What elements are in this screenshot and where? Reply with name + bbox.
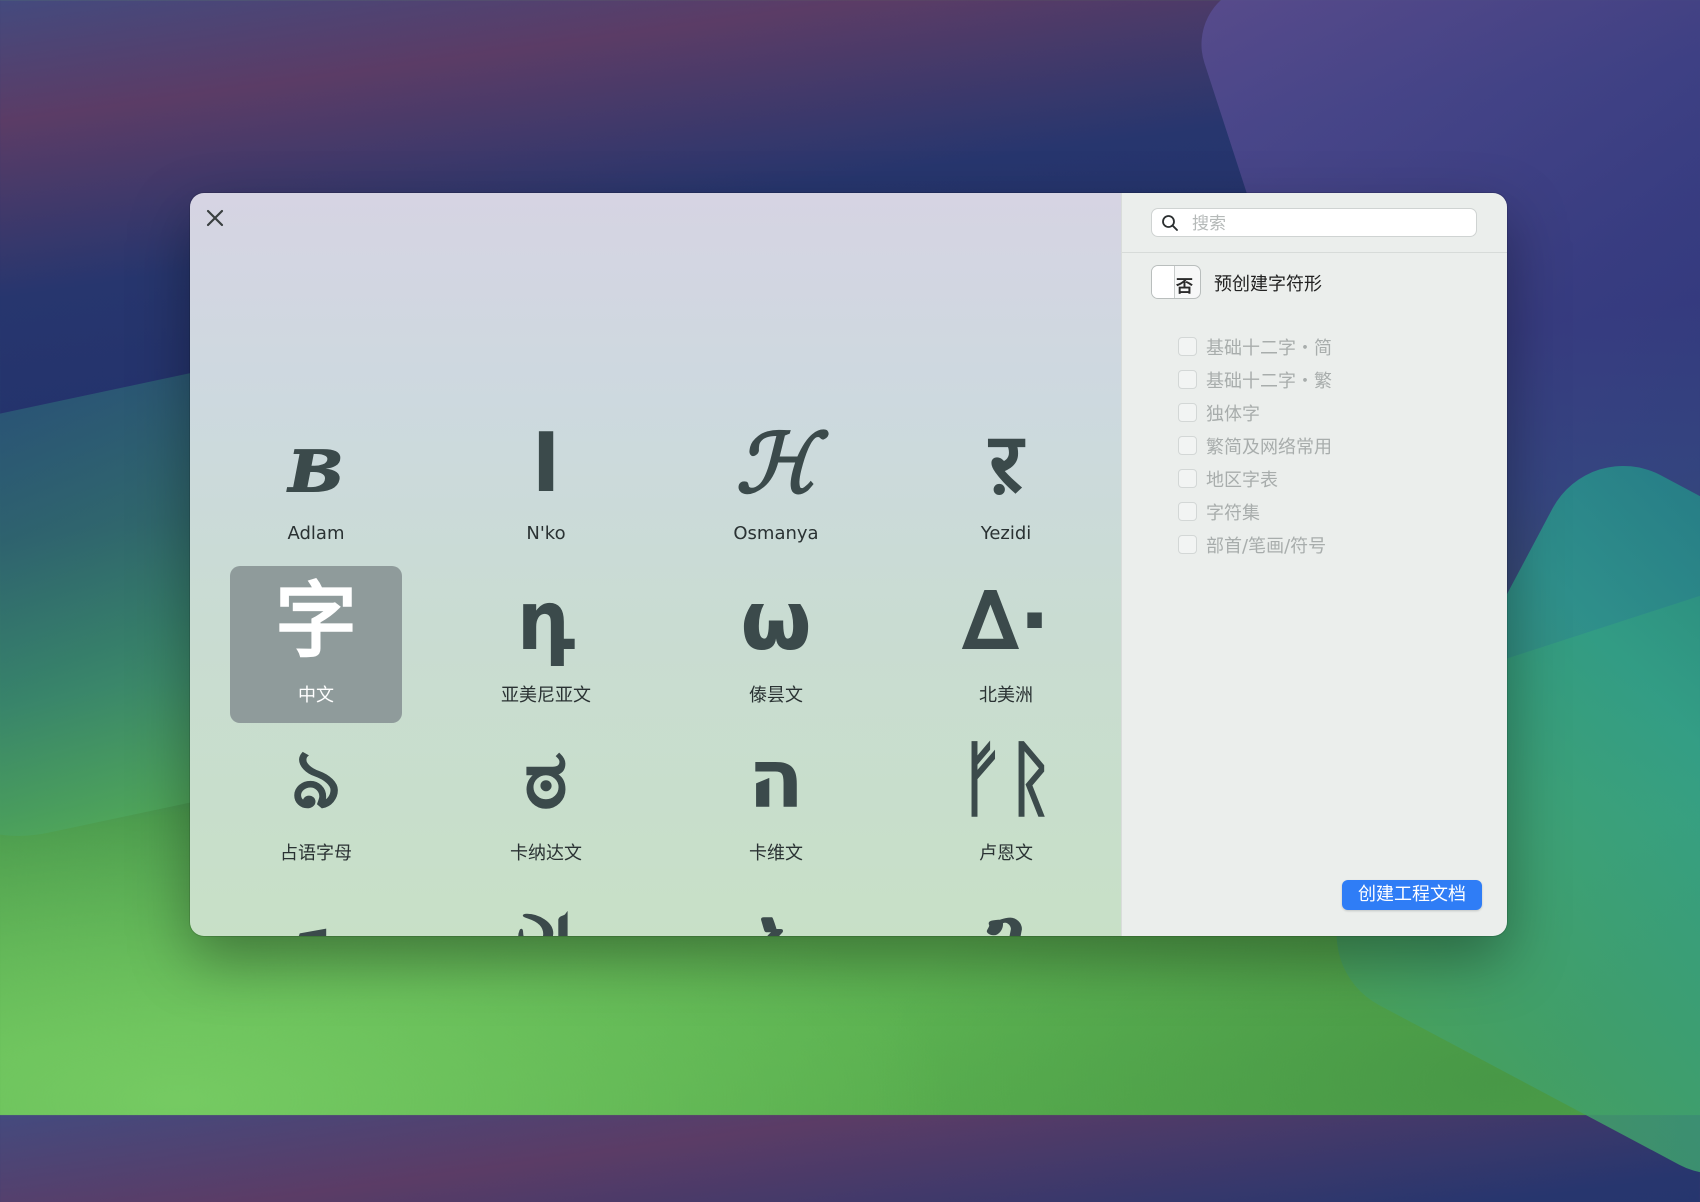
close-icon [206,209,224,227]
script-sample-glyph: ऱ [989,416,1023,511]
script-name-label: 卡纳达文 [510,843,582,864]
create-project-button[interactable]: 创建工程文档 [1342,880,1482,910]
close-button[interactable] [202,205,228,231]
script-name-label: 卢恩文 [979,843,1033,864]
script-sample-glyph: ગુ [460,884,632,937]
checkbox[interactable] [1178,436,1197,455]
script-sample-glyph: ܟ [230,884,402,937]
checkbox[interactable] [1178,337,1197,356]
script-name-label: 中文 [298,685,334,706]
precreate-glyphs-toggle[interactable]: 否 [1151,265,1201,299]
script-tile[interactable]: ᚠᚱ 卢恩文 [920,724,1092,881]
script-tile[interactable]: ω 傣昙文 [690,566,862,723]
checkbox[interactable] [1178,469,1197,488]
toggle-knob [1152,266,1175,298]
checkbox[interactable] [1178,502,1197,521]
script-sample-glyph: ה [747,732,805,827]
script-tile[interactable]: ಠ 卡纳达文 [460,724,632,881]
script-tile[interactable]: ગુ古吉拉特文 [460,882,632,937]
script-name-label: N'ko [526,523,566,544]
script-sample-glyph: 字 [274,574,357,669]
checkbox[interactable] [1178,403,1197,422]
script-name-label: 占语字母 [280,843,352,864]
script-sample-glyph: դ [516,574,576,669]
script-sample-glyph: ߊ [531,416,561,511]
toggle-state-text: 否 [1176,277,1193,297]
glyph-set-label: 部首/笔画/符号 [1206,536,1327,557]
script-name-label: Osmanya [733,523,819,544]
checkbox[interactable] [1178,370,1197,389]
script-tile[interactable]: 字中文 [230,566,402,723]
precreate-glyphs-label: 预创建字符形 [1214,274,1322,295]
glyph-set-label: 独体字 [1206,404,1260,425]
script-tile[interactable]: ߊ N'ko [460,408,632,565]
script-sample-glyph: አ [690,884,862,937]
script-tile[interactable]: դ 亚美尼亚文 [460,566,632,723]
script-tile[interactable]: ℋ Osmanya [690,408,862,565]
script-sample-glyph: ಠ [524,732,568,827]
script-sample-glyph: ᚠᚱ [956,732,1056,827]
glyph-set-label: 基础十二字・简 [1206,338,1332,359]
divider [1122,252,1507,253]
script-tile[interactable]: ܟ叙利亚文 [230,882,402,937]
script-tile[interactable]: ∆· 北美洲 [920,566,1092,723]
script-sample-glyph: ω [740,574,812,669]
script-tile[interactable]: ঌ 占语字母 [230,724,402,881]
search-input[interactable] [1190,212,1464,236]
script-tile[interactable]: ה 卡维文 [690,724,862,881]
script-sample-glyph: ঌ [291,732,341,827]
script-name-label: Yezidi [980,523,1032,544]
glyph-set-label: 基础十二字・繁 [1206,371,1332,392]
script-name-label: 傣昙文 [749,685,803,706]
script-name-label: 亚美尼亚文 [501,685,591,706]
script-tile[interactable]: ገ埃塞俄比亚文 [920,882,1092,937]
script-tile[interactable]: ʙ Adlam [230,408,402,565]
script-tile[interactable]: አ埃利迈文 [690,882,862,937]
script-tile[interactable]: ऱ Yezidi [920,408,1092,565]
script-sample-glyph: ∆· [961,574,1051,669]
glyph-set-label: 字符集 [1206,503,1260,524]
glyph-set-label: 繁简及网络常用 [1206,437,1332,458]
new-project-window: ʙ Adlam ߊ N'ko ℋ Osmanya ऱ Yezidi 字中文 դ 亚美尼亚文 ω 傣昙文 ∆… [190,193,1507,936]
search-bar[interactable] [1151,208,1477,237]
script-name-label: 北美洲 [979,685,1033,706]
script-sample-glyph: ገ [920,884,1092,937]
checkbox[interactable] [1178,535,1197,554]
script-name-label: 卡维文 [749,843,803,864]
search-icon [1162,215,1178,231]
options-pane: 否 预创建字符形 基础十二字・简 基础十二字・繁 独体字 繁简及网络常用 [1121,193,1507,936]
script-sample-glyph: ʙ [287,416,345,512]
script-picker-pane: ʙ Adlam ߊ N'ko ℋ Osmanya ऱ Yezidi 字中文 դ 亚美尼亚文 ω 傣昙文 ∆… [190,193,1121,936]
script-sample-glyph: ℋ [735,416,817,512]
glyph-set-label: 地区字表 [1206,470,1278,491]
script-name-label: Adlam [287,523,345,544]
